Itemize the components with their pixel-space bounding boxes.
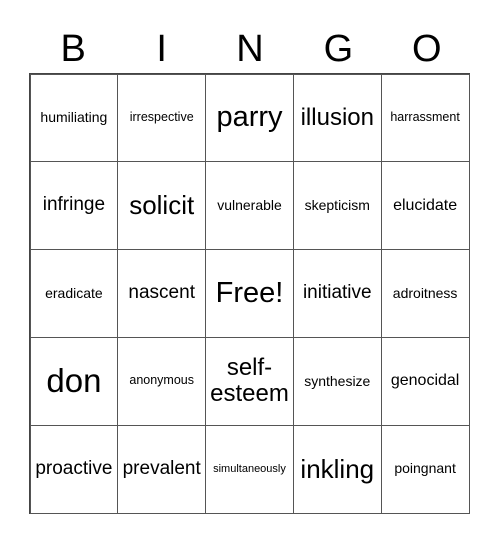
bingo-cell: simultaneously [205, 424, 294, 514]
header-letter-n: N [236, 28, 264, 70]
bingo-cell: inkling [292, 424, 382, 514]
bingo-cell: skepticism [292, 161, 382, 251]
bingo-cell: anonymous [117, 336, 207, 426]
bingo-cell: harrassment [380, 73, 470, 163]
bingo-cell: don [29, 336, 119, 426]
header-letter-g: G [323, 28, 354, 70]
bingo-cell: self-esteem [205, 336, 294, 426]
bingo-cell: vulnerable [205, 161, 294, 251]
bingo-cell: elucidate [380, 161, 470, 251]
header-letter-i: I [156, 28, 167, 70]
bingo-cell: humiliating [29, 73, 119, 163]
bingo-cell: synthesize [292, 336, 382, 426]
bingo-cell: nascent [117, 249, 207, 338]
bingo-cell: prevalent [117, 424, 207, 514]
bingo-cell: genocidal [380, 336, 470, 426]
bingo-cell: initiative [292, 249, 382, 338]
bingo-header: B I N G O [29, 26, 471, 72]
free-space-cell: Free! [205, 249, 294, 338]
bingo-cell: irrespective [117, 73, 207, 163]
bingo-cell: infringe [29, 161, 119, 251]
bingo-cell: adroitness [380, 249, 470, 338]
header-letter-b: B [60, 28, 86, 70]
header-letter-o: O [412, 28, 442, 70]
bingo-cell: illusion [292, 73, 382, 163]
bingo-cell: solicit [117, 161, 207, 251]
bingo-cell: parry [205, 73, 294, 163]
bingo-cell: poingnant [380, 424, 470, 514]
bingo-cell: proactive [29, 424, 119, 514]
bingo-card-grid: humiliating irrespective parry illusion … [29, 73, 470, 514]
bingo-cell: eradicate [29, 249, 119, 338]
